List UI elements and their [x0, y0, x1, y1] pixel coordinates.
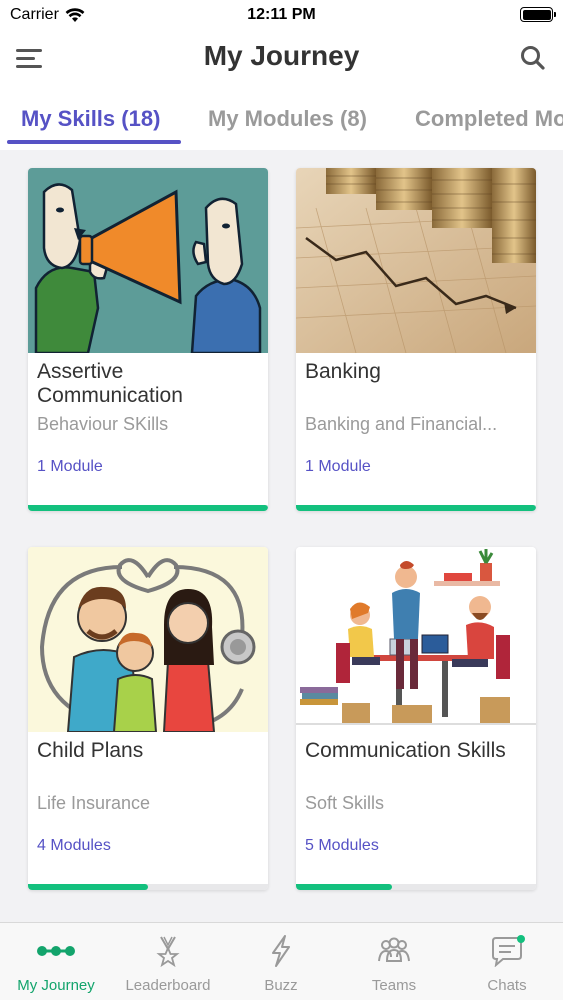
tab-strip: My Skills (18) My Modules (8) Completed …: [0, 96, 563, 148]
progress-bar: [296, 505, 536, 511]
bottom-tab-bar: My Journey Leaderboard Buzz Teams Chats: [0, 922, 563, 1000]
card-module-count: 4 Modules: [37, 837, 111, 854]
status-bar: Carrier 12:11 PM: [0, 0, 563, 30]
skills-grid: Assertive Communication Behaviour SKills…: [0, 150, 563, 922]
tabbar-buzz[interactable]: Buzz: [225, 923, 337, 1000]
progress-fill: [28, 884, 148, 890]
search-button[interactable]: [519, 44, 547, 72]
progress-fill: [296, 884, 392, 890]
nav-bar: My Journey: [0, 30, 563, 86]
battery-icon: [520, 7, 556, 22]
office-team-illustration: [296, 547, 536, 732]
skill-card-communication-skills[interactable]: Communication Skills Soft Skills 5 Modul…: [296, 547, 536, 890]
tabbar-label: Teams: [371, 977, 417, 994]
search-icon: [521, 46, 545, 70]
tabbar-label: Leaderboard: [125, 977, 211, 994]
skill-card-banking[interactable]: Banking Banking and Financial... 1 Modul…: [296, 168, 536, 511]
megaphone-illustration: [28, 168, 268, 353]
card-title: Assertive Communication: [37, 360, 183, 407]
tabbar-chats[interactable]: Chats: [451, 923, 563, 1000]
unread-badge: [517, 935, 525, 943]
progress-fill: [28, 505, 268, 511]
tabbar-label: Buzz: [264, 977, 298, 994]
card-subtitle: Behaviour SKills: [37, 414, 169, 434]
card-subtitle: Banking and Financial...: [305, 414, 498, 434]
skill-card-child-plans[interactable]: Child Plans Life Insurance 4 Modules: [28, 547, 268, 890]
card-module-count: 1 Module: [305, 458, 371, 475]
progress-bar: [296, 884, 536, 890]
skill-card-assertive-communication[interactable]: Assertive Communication Behaviour SKills…: [28, 168, 268, 511]
family-stethoscope-illustration: [28, 547, 268, 732]
card-title: Banking: [305, 360, 381, 383]
card-title: Communication Skills: [305, 739, 506, 762]
progress-bar: [28, 505, 268, 511]
tabbar-my-journey[interactable]: My Journey: [0, 923, 112, 1000]
page-title: My Journey: [203, 40, 360, 71]
chat-icon: [492, 935, 525, 967]
tabbar-teams[interactable]: Teams: [338, 923, 450, 1000]
medal-icon: [156, 936, 180, 967]
people-icon: [378, 937, 410, 962]
card-module-count: 1 Module: [37, 458, 103, 475]
lightning-icon: [272, 935, 290, 967]
journey-icon: [37, 946, 75, 956]
tabbar-leaderboard[interactable]: Leaderboard: [112, 923, 224, 1000]
card-module-count: 5 Modules: [305, 837, 379, 854]
tab-my-modules[interactable]: My Modules (8): [208, 106, 367, 132]
tab-completed-modules[interactable]: Completed Mo: [415, 106, 563, 132]
tabbar-label: Chats: [487, 977, 527, 994]
card-subtitle: Life Insurance: [37, 793, 151, 813]
tab-my-skills[interactable]: My Skills (18): [21, 106, 160, 132]
card-subtitle: Soft Skills: [305, 793, 385, 813]
coins-chart-photo: [296, 168, 536, 353]
progress-fill: [296, 505, 536, 511]
tabbar-label: My Journey: [17, 977, 95, 994]
status-time: 12:11 PM: [247, 6, 316, 23]
tab-indicator: [7, 140, 181, 144]
card-title: Child Plans: [37, 739, 144, 762]
progress-bar: [28, 884, 268, 890]
